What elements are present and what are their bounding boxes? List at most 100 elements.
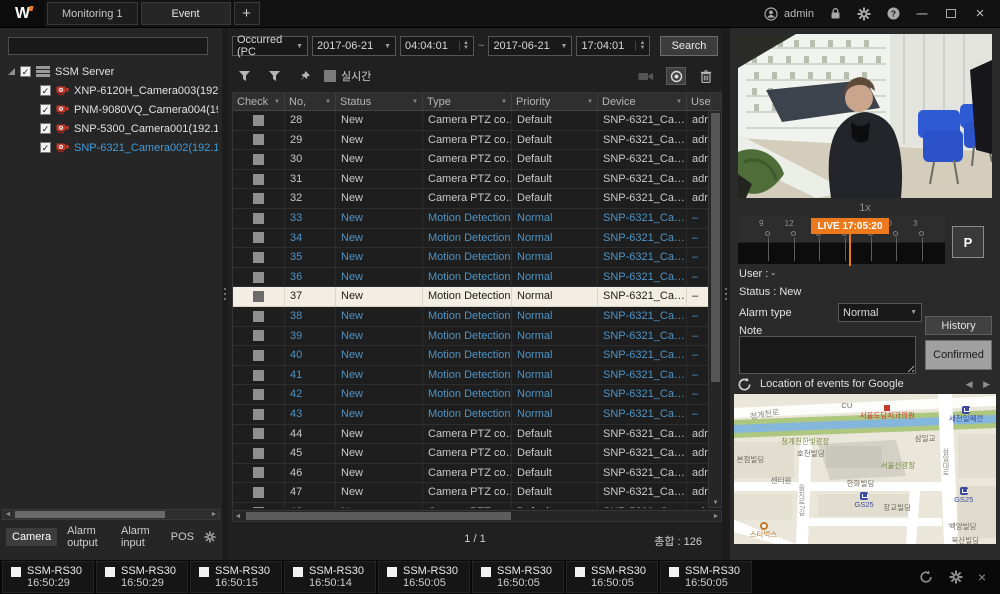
row-checkbox[interactable] — [253, 409, 264, 420]
checkbox-icon[interactable] — [324, 70, 336, 82]
refresh-icon[interactable] — [736, 376, 752, 392]
panel-tab-alarm-output[interactable]: Alarm output — [61, 522, 111, 552]
tree-search-input[interactable] — [8, 37, 208, 55]
lock-icon[interactable] — [827, 6, 843, 22]
event-row[interactable]: 39NewMotion DetectionNormalSNP-6321_Ca…– — [233, 327, 709, 347]
event-row[interactable]: 35NewMotion DetectionNormalSNP-6321_Ca…– — [233, 248, 709, 268]
camera-checkbox[interactable]: ✓ — [40, 123, 51, 134]
realtime-checkbox[interactable]: 실시간 — [324, 68, 371, 84]
column-filter-icon[interactable]: ▼ — [676, 99, 682, 105]
event-row[interactable]: 37NewMotion DetectionNormalSNP-6321_Ca…– — [233, 287, 709, 307]
toast-settings-gear-icon[interactable] — [948, 569, 964, 585]
table-vertical-scrollbar[interactable]: ▲ ▼ — [708, 111, 721, 507]
pattern-p-button[interactable]: P — [952, 226, 984, 258]
record-view-icon[interactable] — [666, 67, 686, 85]
column-header-check[interactable]: Check▼ — [233, 93, 285, 110]
add-tab-button[interactable]: + — [234, 2, 260, 25]
row-checkbox[interactable] — [253, 115, 264, 126]
row-checkbox[interactable] — [253, 213, 264, 224]
row-checkbox[interactable] — [253, 507, 264, 508]
server-checkbox[interactable]: ✓ — [20, 66, 31, 77]
row-checkbox[interactable] — [253, 134, 264, 145]
camera-checkbox[interactable]: ✓ — [40, 142, 51, 153]
splitter-handle-right[interactable] — [723, 28, 729, 560]
event-toast[interactable]: SSM-RS3016:50:15 — [190, 561, 282, 593]
event-row[interactable]: 41NewMotion DetectionNormalSNP-6321_Ca…– — [233, 366, 709, 386]
column-filter-icon[interactable]: ▼ — [325, 99, 331, 105]
confirmed-button[interactable]: Confirmed — [925, 340, 992, 370]
event-row[interactable]: 34NewMotion DetectionNormalSNP-6321_Ca…– — [233, 229, 709, 249]
event-toast[interactable]: SSM-RS3016:50:05 — [566, 561, 658, 593]
maximize-button[interactable] — [943, 6, 959, 22]
delete-trash-icon[interactable] — [696, 67, 716, 85]
column-header-no[interactable]: No,▼ — [285, 93, 336, 110]
event-row[interactable]: 32NewCamera PTZ co…DefaultSNP-6321_Ca…ad… — [233, 189, 709, 209]
timeline-playhead[interactable] — [849, 232, 851, 266]
scroll-left-arrow[interactable]: ◄ — [233, 512, 243, 521]
column-filter-icon[interactable]: ▼ — [501, 99, 507, 105]
event-row[interactable]: 45NewCamera PTZ co…DefaultSNP-6321_Ca…ad… — [233, 444, 709, 464]
live-time-badge[interactable]: LIVE 17:05:20 — [811, 218, 889, 234]
tree-horizontal-scrollbar[interactable]: ◄ ► — [2, 509, 220, 520]
column-filter-icon[interactable]: ▼ — [587, 99, 593, 105]
event-row[interactable]: 33NewMotion DetectionNormalSNP-6321_Ca…– — [233, 209, 709, 229]
camera-tree-item[interactable]: ✓SNP-5300_Camera001(192.168. — [4, 119, 218, 138]
scroll-left-arrow[interactable]: ◄ — [3, 510, 13, 519]
event-row[interactable]: 42NewMotion DetectionNormalSNP-6321_Ca…– — [233, 385, 709, 405]
scroll-right-arrow[interactable]: ► — [711, 512, 721, 521]
panel-tab-alarm-input[interactable]: Alarm input — [115, 522, 161, 552]
filter-clear-icon[interactable] — [264, 67, 284, 85]
video-preview[interactable] — [738, 34, 992, 198]
workspace-tab-monitoring-1[interactable]: Monitoring 1 — [47, 2, 138, 25]
row-checkbox[interactable] — [253, 154, 264, 165]
row-checkbox[interactable] — [253, 448, 264, 459]
scroll-thumb[interactable] — [711, 113, 720, 382]
map-pager-arrows[interactable]: ◀ ▶ — [966, 379, 994, 390]
event-toast[interactable]: SSM-RS3016:50:14 — [284, 561, 376, 593]
event-row[interactable]: 40NewMotion DetectionNormalSNP-6321_Ca…– — [233, 346, 709, 366]
row-checkbox[interactable] — [253, 428, 264, 439]
row-checkbox[interactable] — [253, 291, 264, 302]
spinner-arrows-icon[interactable]: ▲▼ — [459, 41, 469, 51]
event-row[interactable]: 30NewCamera PTZ co…DefaultSNP-6321_Ca…ad… — [233, 150, 709, 170]
event-toast[interactable]: SSM-RS3016:50:05 — [660, 561, 752, 593]
camera-tree-item[interactable]: ✓XNP-6120H_Camera003(192.16 — [4, 81, 218, 100]
column-header-status[interactable]: Status▼ — [336, 93, 423, 110]
event-row[interactable]: 28NewCamera PTZ co…DefaultSNP-6321_Ca…ad… — [233, 111, 709, 131]
event-row[interactable]: 29NewCamera PTZ co…DefaultSNP-6321_Ca…ad… — [233, 131, 709, 151]
scroll-thumb[interactable] — [15, 511, 165, 518]
event-toast[interactable]: SSM-RS3016:50:05 — [472, 561, 564, 593]
workspace-tab-event[interactable]: Event — [141, 2, 231, 25]
close-button[interactable]: × — [972, 6, 988, 22]
pin-icon[interactable] — [294, 67, 314, 85]
column-header-device[interactable]: Device▼ — [598, 93, 687, 110]
settings-gear-icon[interactable] — [856, 6, 872, 22]
row-checkbox[interactable] — [253, 252, 264, 263]
note-textarea[interactable] — [739, 336, 916, 374]
row-checkbox[interactable] — [253, 232, 264, 243]
event-toast[interactable]: SSM-RS3016:50:05 — [378, 561, 470, 593]
event-row[interactable]: 36NewMotion DetectionNormalSNP-6321_Ca…– — [233, 268, 709, 288]
camera-tree-item[interactable]: ✓SNP-6321_Camera002(192.168. — [4, 138, 218, 157]
user-chip[interactable]: admin — [763, 6, 814, 22]
event-toast[interactable]: SSM-RS3016:50:29 — [96, 561, 188, 593]
server-tree-item[interactable]: ✓ SSM Server — [4, 62, 218, 81]
event-row[interactable]: 48NewCamera PTZ co…DefaultSNP-5300_Ca…ad… — [233, 503, 709, 508]
event-row[interactable]: 43NewMotion DetectionNormalSNP-6321_Ca…– — [233, 405, 709, 425]
spinner-arrows-icon[interactable]: ▲▼ — [635, 41, 645, 51]
column-filter-icon[interactable]: ▼ — [274, 99, 280, 105]
camcorder-off-icon[interactable] — [636, 67, 656, 85]
search-button[interactable]: Search — [660, 36, 718, 56]
row-checkbox[interactable] — [253, 193, 264, 204]
scroll-thumb[interactable] — [246, 512, 511, 520]
row-checkbox[interactable] — [253, 487, 264, 498]
camera-checkbox[interactable]: ✓ — [40, 104, 51, 115]
row-checkbox[interactable] — [253, 174, 264, 185]
event-row[interactable]: 44NewCamera PTZ co…DefaultSNP-6321_Ca…ad… — [233, 425, 709, 445]
start-time-spinner[interactable]: 04:04:01 ▲▼ — [400, 36, 474, 56]
tree-expander-icon[interactable] — [8, 68, 15, 75]
event-toast[interactable]: SSM-RS3016:50:29 — [2, 561, 94, 593]
filter-icon[interactable] — [234, 67, 254, 85]
row-checkbox[interactable] — [253, 467, 264, 478]
column-header-priority[interactable]: Priority▼ — [512, 93, 598, 110]
